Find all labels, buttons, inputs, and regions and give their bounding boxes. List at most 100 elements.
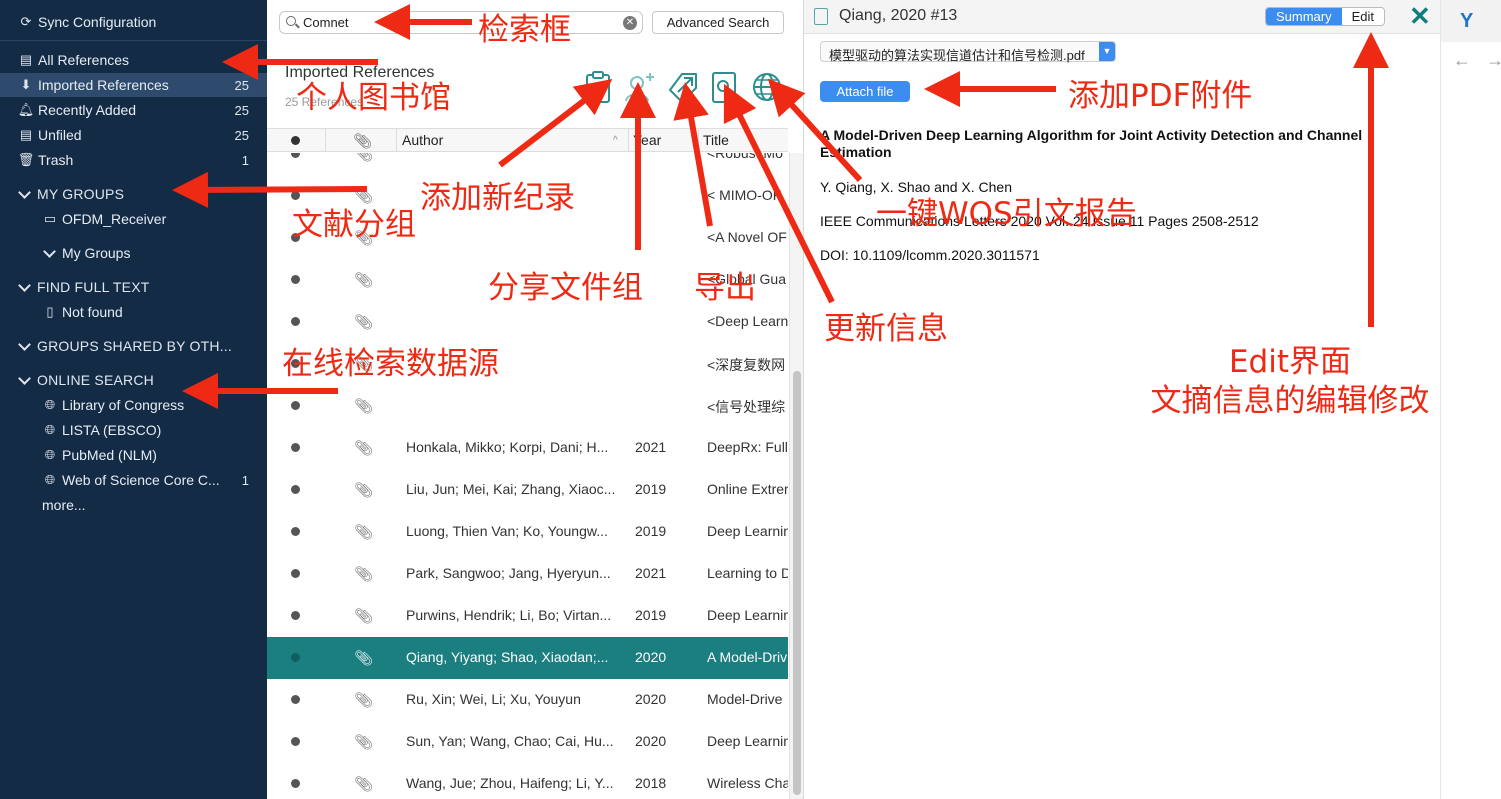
read-status-dot[interactable] [291,569,300,578]
read-status-dot[interactable] [291,737,300,746]
sidebar-item-label: Recently Added [38,102,137,118]
read-status-dot[interactable] [291,317,300,326]
sidebar-item-lista[interactable]: 🌐︎ LISTA (EBSCO) [0,418,267,442]
groups-shared-header[interactable]: GROUPS SHARED BY OTH... [0,334,267,358]
scrollbar-thumb[interactable] [793,371,801,795]
close-icon[interactable]: ✕ [1409,3,1431,29]
table-row[interactable]: 📎︎ Honkala, Mikko; Korpi, Dani; H... 2021 D… [267,427,788,469]
sidebar-item-trash[interactable]: 🗑︎ Trash 1 [0,148,267,172]
read-status-dot[interactable] [291,485,300,494]
new-reference-button[interactable] [582,70,614,104]
my-groups-sub-label: My Groups [62,245,131,261]
sidebar-item-not-found[interactable]: ▯ Not found [0,300,267,324]
table-row[interactable]: 📎︎ Park, Sangwoo; Jang, Hyeryun... 2021 Lea… [267,553,788,595]
attachment-icon[interactable]: 📎︎ [354,649,373,667]
read-status-dot[interactable] [291,695,300,704]
online-search-label: ONLINE SEARCH [37,372,154,388]
sidebar-item-label: Imported References [38,77,169,93]
advanced-search-button[interactable]: Advanced Search [652,11,784,34]
attachment-icon[interactable]: 📎︎ [354,775,373,793]
export-button[interactable] [666,70,698,104]
divider [396,129,397,151]
attachment-icon[interactable]: 📎︎ [354,691,373,709]
search-input[interactable] [303,14,623,31]
read-status-column-icon[interactable] [291,136,300,145]
table-row[interactable]: 📎︎ Wang, Jue; Zhou, Haifeng; Li, Y... 2018… [267,763,788,799]
filter-icon[interactable]: Y [1460,10,1473,33]
attachment-icon[interactable]: 📎︎ [354,153,373,163]
author-column-header[interactable]: Author [402,132,443,148]
more-link[interactable]: more... [42,497,86,513]
sidebar-item-more[interactable]: more... [0,493,267,517]
sidebar-item-library-of-congress[interactable]: 🌐︎ Library of Congress [0,393,267,417]
read-status-dot[interactable] [291,779,300,788]
my-groups-subheader[interactable]: My Groups [0,241,267,265]
sidebar-item-web-of-science[interactable]: 🌐︎ Web of Science Core C... 1 [0,468,267,492]
search-field[interactable]: ✕ [279,11,643,34]
attachment-icon[interactable]: 📎︎ [354,481,373,499]
row-title: Model-Drive [707,691,783,707]
table-row[interactable]: 📎︎ Luong, Thien Van; Ko, Youngw... 2019 Dee… [267,511,788,553]
find-reference-updates-button[interactable] [708,70,740,104]
pdf-attachment-select[interactable]: 模型驱动的算法实现信道估计和信号检测.pdf ▼ [820,41,1116,63]
detail-header: Qiang, 2020 #13 Summary Edit ✕ [804,0,1441,34]
tab-summary[interactable]: Summary [1266,8,1342,25]
document-search-icon: ▯ [46,304,54,319]
sidebar-item-recently-added[interactable]: 🔔︎ Recently Added 25 [0,98,267,122]
find-full-text-header[interactable]: FIND FULL TEXT [0,275,267,299]
tab-edit[interactable]: Edit [1341,8,1385,25]
online-search-header[interactable]: ONLINE SEARCH [0,368,267,392]
sidebar-item-all-references[interactable]: ▤ All References [0,48,267,72]
attachment-icon[interactable]: 📎︎ [354,607,373,625]
table-row[interactable]: 📎︎ Liu, Jun; Mei, Kai; Zhang, Xiaoc... 201… [267,469,788,511]
year-column-header[interactable]: Year [633,132,661,148]
sidebar-item-ofdm-receiver[interactable]: ▭ OFDM_Receiver [0,207,267,231]
attachment-icon[interactable]: 📎︎ [354,271,373,289]
read-status-dot[interactable] [291,443,300,452]
row-author: Sun, Yan; Wang, Chao; Cai, Hu... [406,733,614,749]
read-status-dot[interactable] [291,153,300,158]
sidebar-item-imported-references[interactable]: ⬇ Imported References 25 [0,73,267,97]
table-row[interactable]: 📎︎ Ru, Xin; Wei, Li; Xu, Youyun 2020 Model-… [267,679,788,721]
table-row[interactable]: 📎︎ Purwins, Hendrik; Li, Bo; Virtan... 201… [267,595,788,637]
bell-icon: 🔔︎ [17,102,35,117]
attach-file-button[interactable]: Attach file [820,81,910,102]
title-column-header[interactable]: Title [703,132,729,148]
table-row[interactable]: 📎︎ <Deep Learn [267,301,788,343]
read-status-dot[interactable] [291,275,300,284]
globe-icon: 🌐︎ [44,472,56,487]
chevron-down-icon: ▼ [1099,42,1115,61]
sidebar-item-label: LISTA (EBSCO) [62,422,162,438]
back-arrow-icon[interactable]: ← [1453,50,1471,71]
row-author: Luong, Thien Van; Ko, Youngw... [406,523,608,539]
table-row[interactable]: 📎︎ Qiang, Yiyang; Shao, Xiaodan;... 2020 A … [267,637,788,679]
attachment-icon[interactable]: 📎︎ [354,397,373,415]
table-row[interactable]: 📎︎ <信号处理综 [267,385,788,427]
row-author: Liu, Jun; Mei, Kai; Zhang, Xiaoc... [406,481,616,497]
column-header-row: 📎︎ Author ^ Year Title [267,128,788,152]
clear-search-icon[interactable]: ✕ [623,16,637,30]
sync-configuration-item[interactable]: ⟳ Sync Configuration [0,10,267,34]
sidebar-item-unfiled[interactable]: ▤ Unfiled 25 [0,123,267,147]
side-strip: Y ← → [1440,0,1501,799]
web-of-science-report-button[interactable] [751,70,783,104]
detail-header-title: Qiang, 2020 #13 [839,7,958,24]
attachment-icon[interactable]: 📎︎ [354,439,373,457]
attachment-icon[interactable]: 📎︎ [354,733,373,751]
attachment-icon[interactable]: 📎︎ [354,313,373,331]
table-row[interactable]: 📎︎ Sun, Yan; Wang, Chao; Cai, Hu... 2020 De… [267,721,788,763]
attachment-icon[interactable]: 📎︎ [354,523,373,541]
my-groups-header[interactable]: MY GROUPS [0,182,267,206]
read-status-dot[interactable] [291,611,300,620]
read-status-dot[interactable] [291,653,300,662]
sidebar-item-pubmed[interactable]: 🌐︎ PubMed (NLM) [0,443,267,467]
share-group-button[interactable] [624,70,656,104]
read-status-dot[interactable] [291,401,300,410]
read-status-dot[interactable] [291,527,300,536]
divider [698,129,699,151]
row-year: 2020 [635,733,667,749]
forward-arrow-icon[interactable]: → [1486,50,1501,71]
attachment-column-icon[interactable]: 📎︎ [353,132,372,150]
attachment-icon[interactable]: 📎︎ [354,565,373,583]
list-scrollbar[interactable] [789,153,803,799]
